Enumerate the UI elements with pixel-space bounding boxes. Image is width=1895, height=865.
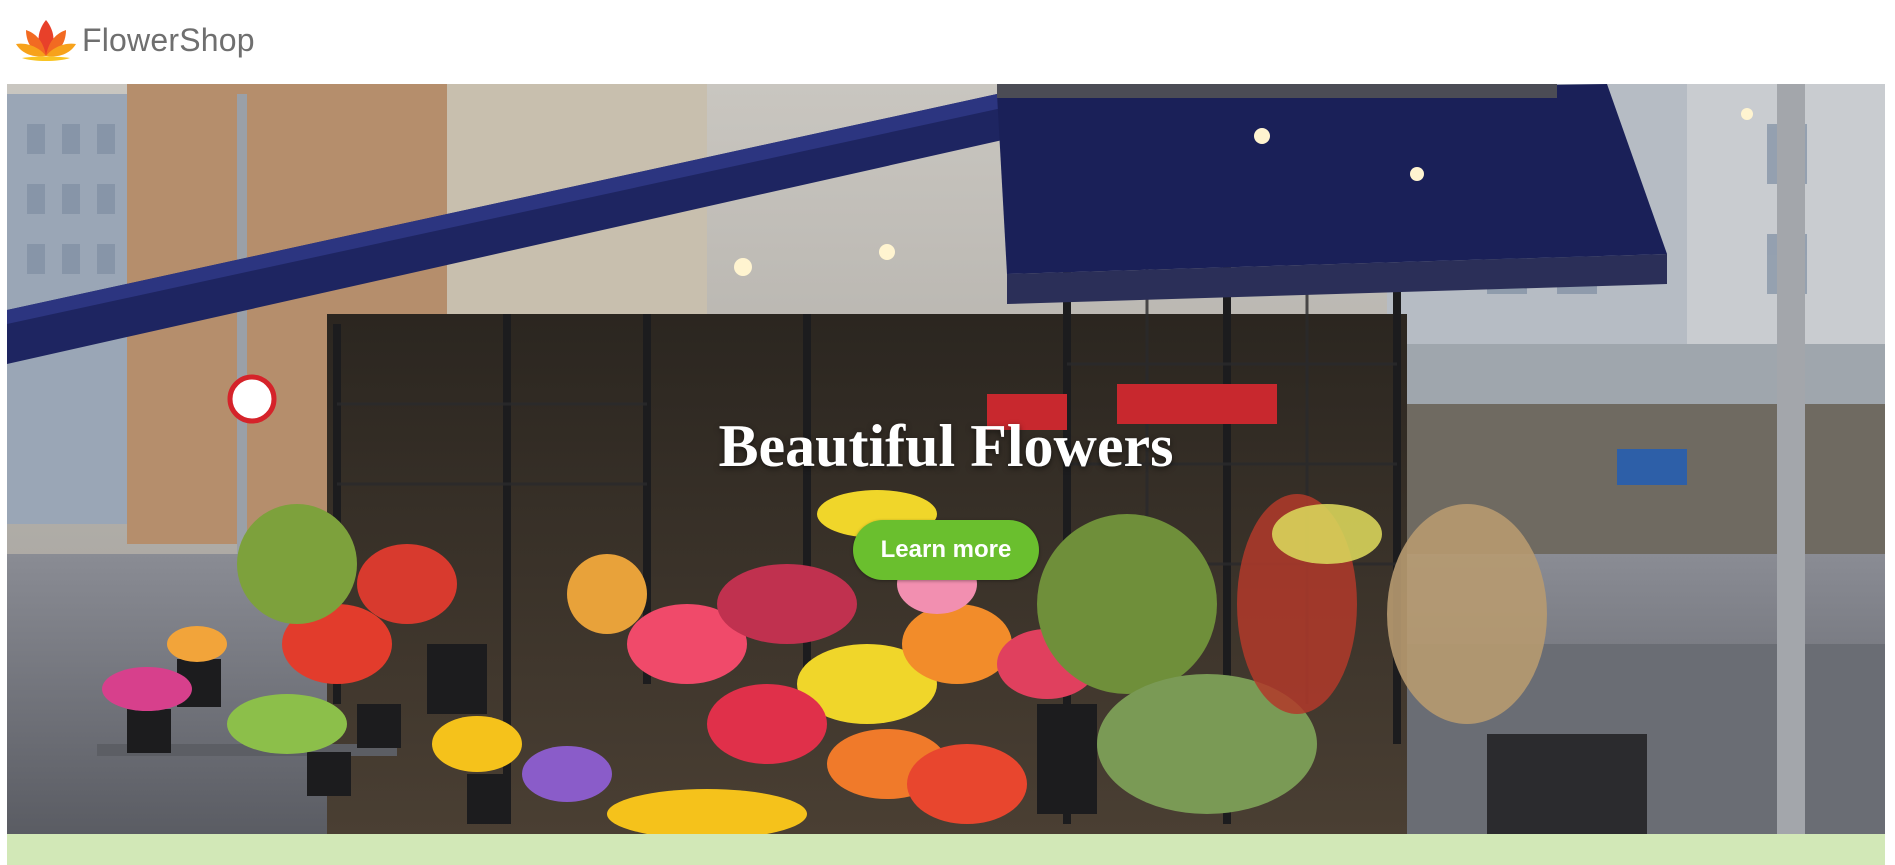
lotus-flower-icon [16,20,76,61]
learn-more-button[interactable]: Learn more [853,520,1039,580]
hero-title: Beautiful Flowers [718,413,1174,479]
hero-banner: Beautiful Flowers Learn more [7,84,1885,834]
brand-name: FlowerShop [82,21,255,58]
site-header: FlowerShop [0,0,1895,84]
footer-strip [7,834,1885,865]
brand-logo-link[interactable]: FlowerShop [14,16,255,64]
